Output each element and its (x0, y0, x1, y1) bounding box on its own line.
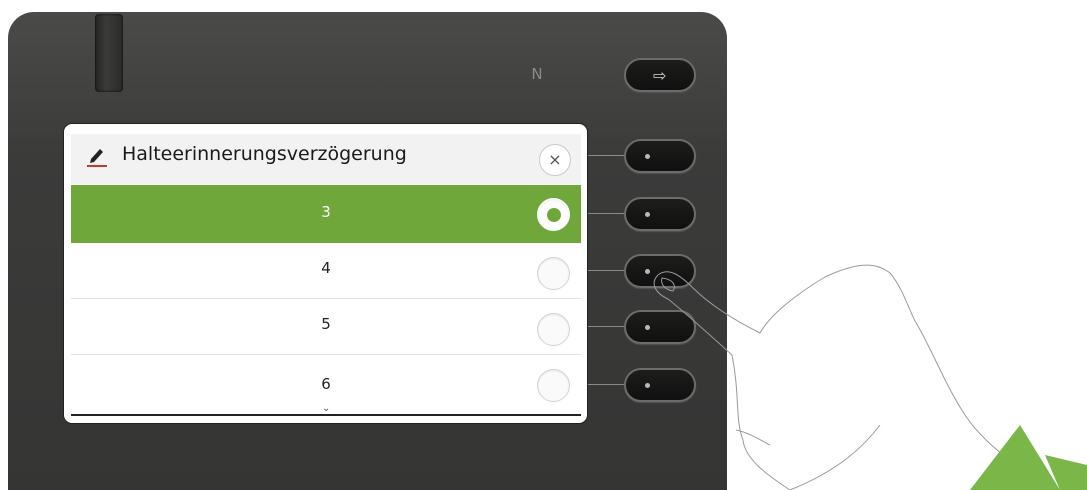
close-button[interactable]: × (539, 144, 571, 176)
led-dot (645, 212, 650, 217)
pencil-icon (87, 149, 107, 167)
connector-line (587, 326, 624, 327)
phone-display: Halteerinnerungsverzögerung × 3 4 5 6 ⌄ (64, 124, 587, 423)
option-label: 4 (321, 259, 331, 277)
radio-dot (547, 208, 561, 222)
exit-hardware-button[interactable]: ⇨ (624, 58, 696, 92)
radio-button[interactable] (537, 257, 570, 290)
option-label: 5 (321, 315, 331, 333)
handset-slot (95, 14, 123, 92)
exit-icon: ⇨ (653, 66, 667, 85)
led-dot (645, 154, 650, 159)
option-row-3[interactable]: 3 (71, 185, 581, 243)
option-label: 3 (321, 203, 331, 221)
pointing-hand-illustration (653, 264, 1087, 490)
line-key-1[interactable] (624, 139, 696, 173)
dialog-title: Halteerinnerungsverzögerung (122, 143, 407, 165)
line-key-2[interactable] (624, 197, 696, 231)
connector-line (587, 155, 624, 156)
scroll-down-chevron-icon: ⌄ (322, 403, 331, 414)
radio-button[interactable] (537, 313, 570, 346)
connector-line (587, 270, 624, 271)
option-row-4[interactable]: 4 (71, 243, 581, 299)
radio-button[interactable] (537, 369, 570, 402)
nfc-icon: N (531, 65, 543, 83)
option-row-5[interactable]: 5 (71, 299, 581, 355)
option-label: 6 (321, 375, 331, 393)
connector-line (587, 213, 624, 214)
radio-button-selected[interactable] (537, 198, 570, 231)
connector-line (587, 384, 624, 385)
list-bottom-border (71, 414, 581, 416)
